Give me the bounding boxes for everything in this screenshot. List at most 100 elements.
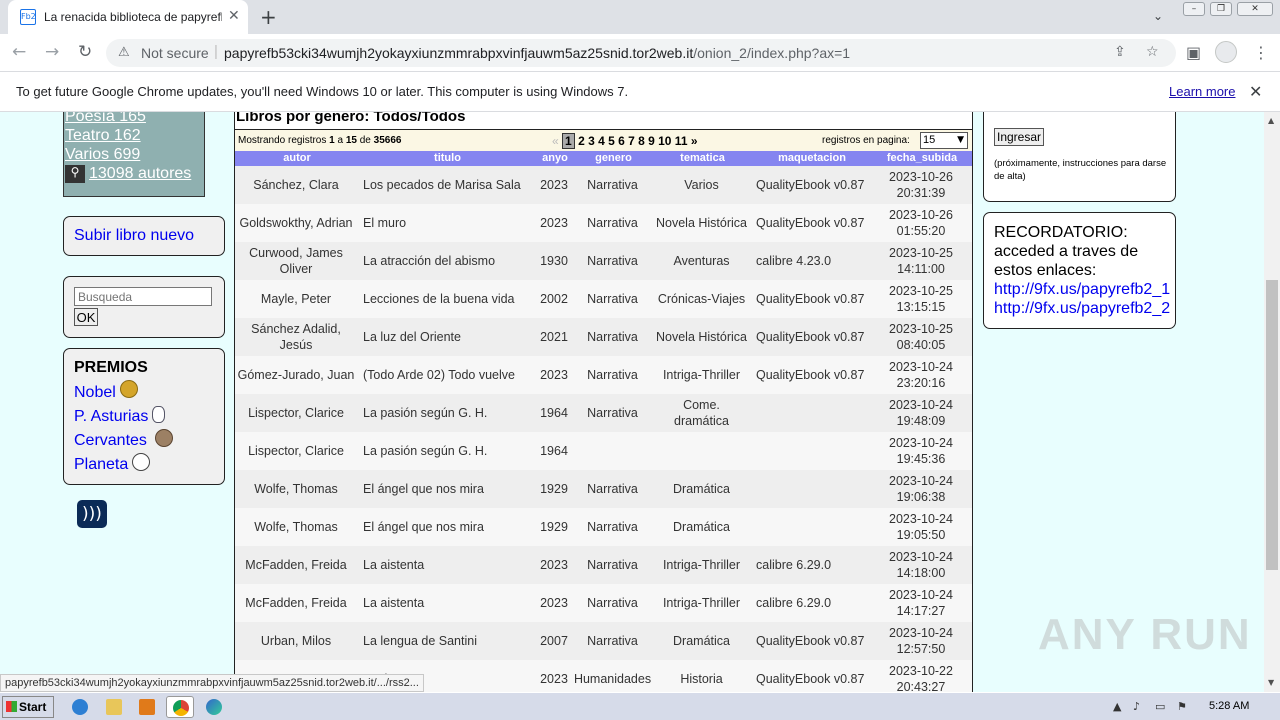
page-numbers[interactable]: 2 3 4 5 6 7 8 9 10 11 [578,134,687,148]
minimize-window-icon[interactable]: – [1183,2,1205,16]
back-arrow-icon[interactable]: ← [12,42,26,62]
table-row[interactable]: Goldswokthy, Adrian El muro 2023 Narrativa N… [235,204,972,242]
prize-link-asturias[interactable]: P. Asturias [74,408,148,426]
column-header-tematica[interactable]: tematica [653,152,752,164]
cell-titulo[interactable]: La aistenta [363,546,534,584]
close-window-icon[interactable]: ✕ [1237,2,1273,16]
volume-icon[interactable]: ♪ [1133,700,1140,713]
cell-titulo[interactable]: Lecciones de la buena vida [363,280,534,318]
cell-autor[interactable]: Curwood, James Oliver [237,242,355,280]
prize-link-nobel[interactable]: Nobel [74,384,116,402]
cell-titulo[interactable]: El ángel que nos mira [363,470,534,508]
column-header-maquetacion[interactable]: maquetacion [752,152,872,164]
table-row[interactable]: Sánchez Adalid, Jesús La luz del Oriente 2… [235,318,972,356]
taskbar-explorer[interactable] [100,696,128,718]
start-button[interactable]: Start [2,696,54,718]
table-row[interactable]: McFadden, Freida La aistenta 2023 Narrativa… [235,546,972,584]
url-text[interactable]: papyrefb53cki34wumjh2yokayxiunzmmrabpxvi… [224,45,850,61]
cell-titulo[interactable]: La luz del Oriente [363,318,534,356]
cell-titulo[interactable]: La pasión según G. H. [363,394,534,432]
tab-active[interactable]: Fb2 La renacida biblioteca de papyrefb2 … [8,0,248,34]
table-row[interactable]: Sánchez, Clara Los pecados de Marisa Sala… [235,166,972,204]
cell-autor[interactable]: Sánchez, Clara [237,166,355,204]
login-button[interactable]: Ingresar [994,128,1044,146]
forward-arrow-icon[interactable]: → [45,42,59,62]
scroll-up-arrow-icon[interactable]: ▲ [1268,116,1274,125]
taskbar-chrome[interactable] [166,696,194,718]
table-row[interactable]: Wolfe, Thomas El ángel que nos mira 1929 Na… [235,508,972,546]
action-center-flag-icon[interactable]: ⚑ [1177,700,1187,713]
page-scrollbar[interactable]: ▲ ▼ [1264,112,1280,692]
cell-titulo[interactable]: El ángel que nos mira [363,508,534,546]
learn-more-link[interactable]: Learn more [1169,84,1235,99]
search-ok-button[interactable]: OK [74,308,98,326]
search-input[interactable] [74,287,212,306]
table-row[interactable]: Lispector, Clarice La pasión según G. H. 1… [235,432,972,470]
share-icon[interactable]: ⇪ [1114,44,1126,60]
cell-autor[interactable]: McFadden, Freida [237,584,355,622]
cell-autor[interactable]: Lispector, Clarice [237,394,355,432]
infobar-close-icon[interactable]: ✕ [1249,82,1262,101]
page-links[interactable]: « 1 2 3 4 5 6 7 8 9 10 11 » [552,133,698,149]
per-page-select[interactable]: 15 ▼ [920,132,968,149]
clock[interactable]: 5:28 AM [1209,700,1249,712]
genre-link-poesia[interactable]: Poesía 165 [65,112,146,126]
taskbar-edge[interactable] [200,696,228,718]
prize-link-cervantes[interactable]: Cervantes [74,432,147,450]
tray-expand-icon[interactable]: ▲ [1113,700,1121,713]
table-row[interactable]: Curwood, James Oliver La atracción del ab… [235,242,972,280]
table-row[interactable]: Wolfe, Thomas El ángel que nos mira 1929 Na… [235,470,972,508]
cell-autor[interactable]: Wolfe, Thomas [237,508,355,546]
genre-link-varios[interactable]: Varios 699 [65,146,140,164]
column-header-titulo[interactable]: titulo [359,152,536,164]
table-row[interactable]: McFadden, Freida La aistenta 2023 Narrativa… [235,584,972,622]
cell-autor[interactable]: Mayle, Peter [237,280,355,318]
cell-autor[interactable]: Gómez-Jurado, Juan [237,356,355,394]
cell-titulo[interactable]: La pasión según G. H. [363,432,534,470]
taskbar-media[interactable] [133,696,161,718]
profile-avatar-icon[interactable] [1215,41,1237,63]
next-page-link[interactable]: » [691,134,698,148]
cell-titulo[interactable]: La aistenta [363,584,534,622]
scrollbar-thumb[interactable] [1266,280,1278,570]
warning-triangle-icon[interactable]: ⚠ [118,45,130,60]
bookmark-star-icon[interactable]: ☆ [1146,44,1159,60]
table-row[interactable]: Urban, Milos La lengua de Santini 2007 Narr… [235,622,972,660]
prev-page-link[interactable]: « [552,134,559,148]
prize-link-planeta[interactable]: Planeta [74,456,128,474]
not-secure-label[interactable]: Not secure [141,45,209,61]
cell-autor[interactable]: Sánchez Adalid, Jesús [237,318,355,356]
maximize-window-icon[interactable]: ❐ [1210,2,1232,16]
mirror-link-2[interactable]: http://9fx.us/papyrefb2_2 [994,300,1170,318]
tab-search-chevron-icon[interactable]: ⌄ [1153,9,1163,23]
table-row[interactable]: Mayle, Peter Lecciones de la buena vida 20… [235,280,972,318]
column-header-autor[interactable]: autor [235,152,359,164]
reload-icon[interactable]: ↻ [78,42,92,62]
cell-autor[interactable]: Lispector, Clarice [237,432,355,470]
column-header-genero[interactable]: genero [574,152,653,164]
rss-feed-icon[interactable]: ))) [77,500,107,528]
cell-autor[interactable]: McFadden, Freida [237,546,355,584]
cell-titulo[interactable]: La lengua de Santini [363,622,534,660]
cell-titulo[interactable]: (Todo Arde 02) Todo vuelve [363,356,534,394]
close-tab-icon[interactable]: ✕ [228,8,240,24]
scroll-down-arrow-icon[interactable]: ▼ [1268,678,1274,687]
cell-titulo[interactable]: Los pecados de Marisa Sala [363,166,534,204]
new-tab-icon[interactable]: + [260,5,277,29]
side-panel-icon[interactable]: ▣ [1186,43,1201,62]
table-row[interactable]: Lispector, Clarice La pasión según G. H. 1… [235,394,972,432]
genre-link-teatro[interactable]: Teatro 162 [65,127,141,145]
upload-book-link[interactable]: Subir libro nuevo [74,227,194,245]
cell-autor[interactable]: Wolfe, Thomas [237,470,355,508]
address-bar[interactable]: ⚠ Not secure | papyrefb53cki34wumjh2yoka… [106,39,1176,67]
taskbar-ie[interactable] [66,696,94,718]
column-header-anyo[interactable]: anyo [536,152,574,164]
cell-titulo[interactable]: El muro [363,204,534,242]
table-row[interactable]: Gómez-Jurado, Juan (Todo Arde 02) Todo vu… [235,356,972,394]
cell-autor[interactable]: Goldswokthy, Adrian [237,204,355,242]
cell-autor[interactable]: Urban, Milos [237,622,355,660]
column-header-fecha-subida[interactable]: fecha_subida [872,152,972,164]
network-icon[interactable]: ▭ [1155,700,1165,713]
authors-link[interactable]: 13098 autores [89,165,191,183]
cell-titulo[interactable]: La atracción del abismo [363,242,534,280]
